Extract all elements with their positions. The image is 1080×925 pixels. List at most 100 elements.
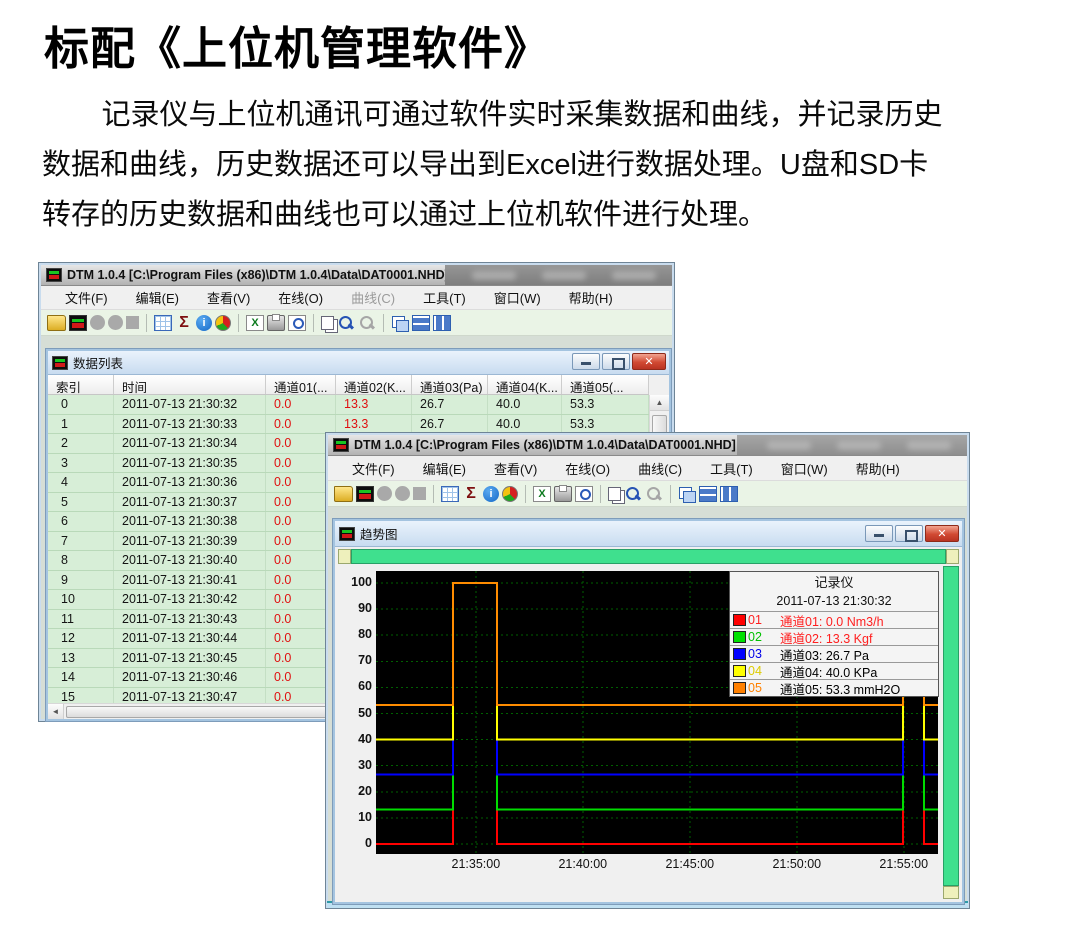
y-tick-label: 10: [340, 810, 372, 824]
pie-chart-icon[interactable]: [215, 315, 231, 331]
table-cell: 1: [48, 415, 114, 434]
print-icon[interactable]: [554, 486, 572, 502]
maximize-button[interactable]: [895, 525, 923, 542]
zoom-icon[interactable]: [624, 486, 642, 502]
scrollbar-end-button[interactable]: [338, 549, 351, 564]
page: 标配《上位机管理软件》 记录仪与上位机通讯可通过软件实时采集数据和曲线，并记录历…: [0, 0, 1080, 925]
scrollbar-end-button[interactable]: [943, 886, 959, 899]
trend-vertical-scrollbar[interactable]: [943, 566, 959, 899]
export-excel-icon[interactable]: [533, 486, 551, 502]
menu-item[interactable]: 工具(T): [409, 288, 480, 307]
pause-disabled-icon[interactable]: [395, 486, 410, 501]
trend-horizontal-scrollbar[interactable]: [338, 549, 959, 564]
print-icon[interactable]: [267, 315, 285, 331]
column-header[interactable]: 通道01(...: [266, 375, 336, 394]
legend-channel-label: 通道05: 53.3 mmH2O: [780, 679, 900, 698]
menu-item[interactable]: 曲线(C): [624, 459, 696, 478]
cascade-windows-icon[interactable]: [391, 315, 409, 331]
table-cell: 2011-07-13 21:30:45: [114, 649, 266, 668]
sum-icon[interactable]: Σ: [462, 486, 480, 502]
window2-menubar: 文件(F)编辑(E)查看(V)在线(O)曲线(C)工具(T)窗口(W)帮助(H): [328, 456, 967, 481]
pie-chart-icon[interactable]: [502, 486, 518, 502]
info-icon[interactable]: i: [483, 486, 499, 502]
window1-titlebar[interactable]: DTM 1.0.4 [C:\Program Files (x86)\DTM 1.…: [41, 265, 672, 286]
zoom-icon[interactable]: [337, 315, 355, 331]
menu-item[interactable]: 帮助(H): [555, 288, 627, 307]
legend-item: 04通道04: 40.0 KPa: [730, 662, 938, 679]
maximize-button[interactable]: [602, 353, 630, 370]
record-disabled-icon[interactable]: [90, 315, 105, 330]
table-cell: 2011-07-13 21:30:36: [114, 473, 266, 492]
table-cell: 2011-07-13 21:30:37: [114, 493, 266, 512]
tile-horizontal-icon[interactable]: [412, 315, 430, 331]
scrollbar-track[interactable]: [351, 549, 946, 564]
column-header[interactable]: 通道04(K...: [488, 375, 562, 394]
close-button[interactable]: [632, 353, 666, 370]
cascade-windows-icon[interactable]: [678, 486, 696, 502]
print-preview-icon[interactable]: [575, 486, 593, 502]
legend-channel-id: 01: [748, 613, 770, 627]
info-icon[interactable]: i: [196, 315, 212, 331]
table-cell: 12: [48, 629, 114, 648]
window1-toolbar: Σi: [41, 310, 672, 336]
blurred-button: [767, 441, 811, 450]
menu-item[interactable]: 在线(O): [551, 459, 624, 478]
zoom-disabled-icon[interactable]: [645, 486, 663, 502]
x-tick-label: 21:40:00: [549, 857, 617, 871]
menu-item[interactable]: 帮助(H): [842, 459, 914, 478]
table-cell: 2011-07-13 21:30:43: [114, 610, 266, 629]
table-cell: 2: [48, 434, 114, 453]
menu-item[interactable]: 窗口(W): [480, 288, 555, 307]
data-list-icon[interactable]: [441, 486, 459, 502]
x-tick-label: 21:35:00: [442, 857, 510, 871]
column-header[interactable]: 通道03(Pa): [412, 375, 488, 394]
data-list-icon[interactable]: [154, 315, 172, 331]
print-preview-icon[interactable]: [288, 315, 306, 331]
minimize-button[interactable]: [865, 525, 893, 542]
table-row[interactable]: 02011-07-13 21:30:320.013.326.740.053.3: [48, 395, 649, 415]
menu-item[interactable]: 查看(V): [480, 459, 551, 478]
menu-item[interactable]: 文件(F): [338, 459, 409, 478]
copy-icon[interactable]: [608, 487, 621, 501]
table-cell: 13.3: [336, 415, 412, 434]
menu-item[interactable]: 编辑(E): [409, 459, 480, 478]
stop-disabled-icon[interactable]: [413, 487, 426, 500]
app-logo-icon[interactable]: [69, 315, 87, 331]
open-file-icon[interactable]: [47, 315, 66, 331]
menu-item[interactable]: 编辑(E): [122, 288, 193, 307]
scroll-left-icon[interactable]: ◄: [48, 704, 64, 719]
open-file-icon[interactable]: [334, 486, 353, 502]
datalist-titlebar[interactable]: 数据列表: [48, 351, 669, 375]
tile-vertical-icon[interactable]: [433, 315, 451, 331]
tile-vertical-icon[interactable]: [720, 486, 738, 502]
menu-item[interactable]: 窗口(W): [767, 459, 842, 478]
menu-item[interactable]: 查看(V): [193, 288, 264, 307]
copy-icon[interactable]: [321, 316, 334, 330]
pause-disabled-icon[interactable]: [108, 315, 123, 330]
zoom-disabled-icon[interactable]: [358, 315, 376, 331]
table-cell: 2011-07-13 21:30:41: [114, 571, 266, 590]
tile-horizontal-icon[interactable]: [699, 486, 717, 502]
column-header[interactable]: 索引: [48, 375, 114, 394]
scrollbar-end-button[interactable]: [946, 549, 959, 564]
menu-item[interactable]: 工具(T): [696, 459, 767, 478]
sum-icon[interactable]: Σ: [175, 315, 193, 331]
column-header[interactable]: 通道02(K...: [336, 375, 412, 394]
menu-item[interactable]: 曲线(C): [337, 288, 409, 307]
trend-titlebar[interactable]: 趋势图: [335, 521, 962, 547]
window1-menubar: 文件(F)编辑(E)查看(V)在线(O)曲线(C)工具(T)窗口(W)帮助(H): [41, 286, 672, 310]
minimize-button[interactable]: [572, 353, 600, 370]
table-cell: 2011-07-13 21:30:47: [114, 688, 266, 704]
record-disabled-icon[interactable]: [377, 486, 392, 501]
app-logo-icon[interactable]: [356, 486, 374, 502]
window2-titlebar[interactable]: DTM 1.0.4 [C:\Program Files (x86)\DTM 1.…: [328, 435, 967, 456]
scroll-up-icon[interactable]: ▲: [650, 395, 669, 411]
export-excel-icon[interactable]: [246, 315, 264, 331]
scrollbar-track[interactable]: [943, 566, 959, 886]
close-button[interactable]: [925, 525, 959, 542]
stop-disabled-icon[interactable]: [126, 316, 139, 329]
menu-item[interactable]: 在线(O): [264, 288, 337, 307]
column-header[interactable]: 通道05(...: [562, 375, 649, 394]
menu-item[interactable]: 文件(F): [51, 288, 122, 307]
column-header[interactable]: 时间: [114, 375, 266, 394]
